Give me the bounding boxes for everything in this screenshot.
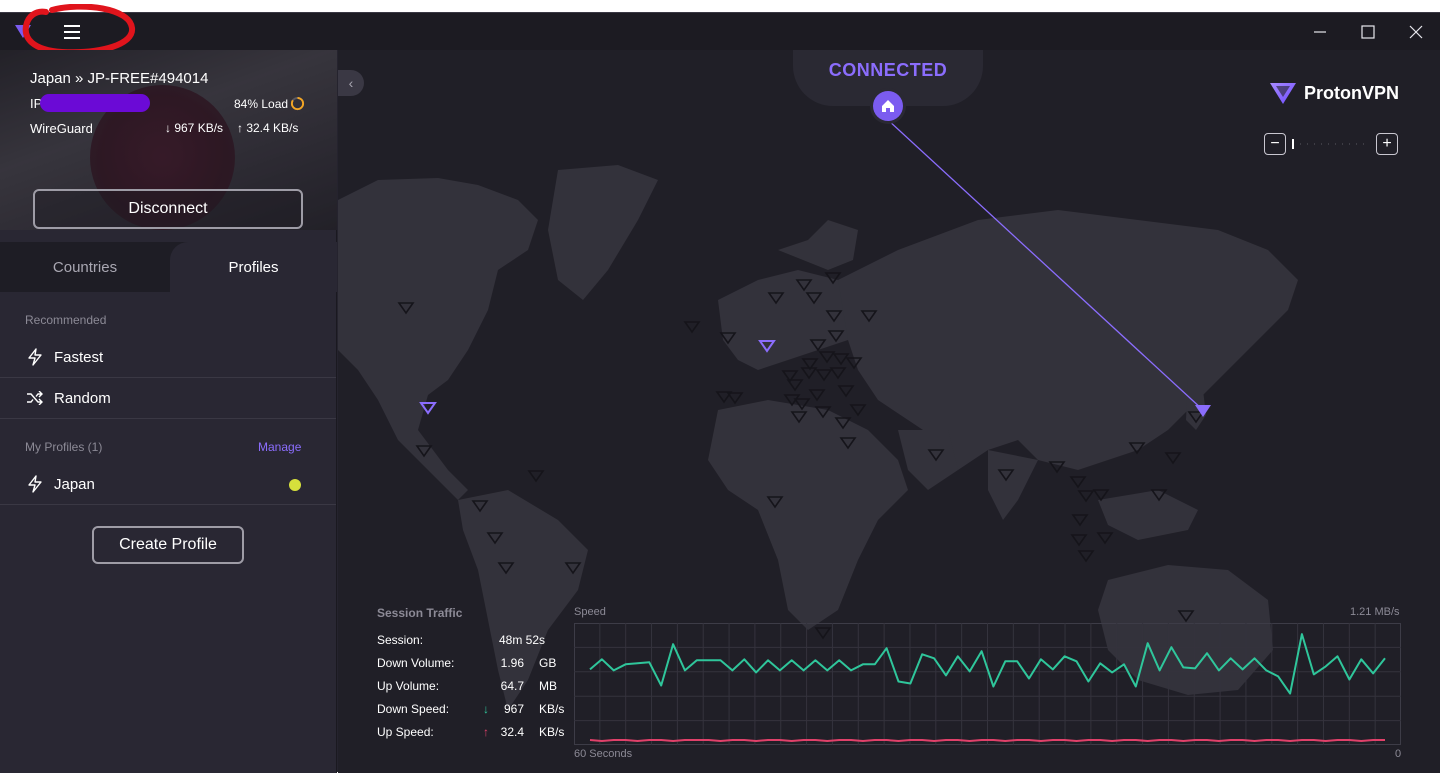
profile-color-dot [289, 479, 301, 491]
bolt-icon [25, 474, 45, 494]
home-icon [882, 100, 894, 112]
title-bar [0, 4, 1440, 56]
my-profiles-header: My Profiles (1) [25, 440, 103, 454]
download-speed: ↓ 967 KB/s [165, 121, 224, 135]
ip-redaction [40, 94, 150, 112]
profile-random[interactable]: Random [0, 378, 336, 419]
profile-japan[interactable]: Japan [0, 464, 336, 505]
load-ring-icon [290, 96, 305, 111]
server-marker[interactable] [1069, 476, 1087, 489]
profile-label: Random [54, 389, 111, 407]
minimize-icon [1314, 30, 1326, 33]
maximize-button[interactable] [1345, 13, 1391, 50]
server-marker[interactable] [1071, 514, 1089, 527]
disconnect-button[interactable]: Disconnect [33, 189, 303, 229]
server-name: Japan » JP-FREE#494014 [30, 70, 209, 87]
protocol-label: WireGuard [30, 121, 93, 136]
brand-name: ProtonVPN [1304, 82, 1400, 103]
server-marker[interactable] [808, 389, 826, 402]
server-load: 84% Load [234, 97, 289, 111]
stat-up-speed: Up Speed: ↑ 32.4 KB/s [377, 725, 565, 739]
app-window: Japan » JP-FREE#494014 IP 84% Load WireG… [0, 4, 1440, 773]
profile-label: Fastest [54, 348, 104, 366]
server-marker[interactable] [1070, 534, 1088, 547]
server-marker[interactable] [1077, 490, 1095, 503]
create-profile-button[interactable]: Create Profile [92, 526, 244, 564]
upload-speed-line [589, 739, 1385, 742]
shuffle-icon [25, 388, 45, 408]
speed-chart-x-start: 60 Seconds [574, 748, 633, 760]
server-marker[interactable] [1092, 489, 1110, 502]
connection-status: CONNECTED [828, 60, 948, 80]
server-marker[interactable] [1077, 550, 1095, 563]
close-button[interactable] [1393, 13, 1439, 50]
stat-down-speed: Down Speed: ↓ 967 KB/s [377, 702, 565, 716]
server-marker[interactable] [818, 351, 836, 364]
server-marker[interactable] [829, 367, 847, 380]
world-map[interactable]: ‹ CONNECTED ProtonVPN − + Session Traffi… [338, 50, 1440, 773]
protonvpn-logo-icon [1270, 83, 1296, 104]
session-traffic-title: Session Traffic [377, 606, 463, 620]
stat-session: Session: 48m 52s [377, 633, 545, 647]
connection-panel: Japan » JP-FREE#494014 IP 84% Load WireG… [0, 50, 337, 230]
collapse-sidebar-button[interactable]: ‹ [338, 70, 364, 96]
brand-logo: ProtonVPN [1268, 80, 1399, 106]
server-marker[interactable] [1096, 532, 1114, 545]
server-marker[interactable] [815, 369, 833, 382]
server-marker[interactable] [1164, 452, 1182, 465]
tab-profiles[interactable]: Profiles [170, 242, 337, 292]
tab-countries[interactable]: Countries [0, 242, 170, 292]
profile-label: Japan [54, 475, 95, 493]
speed-chart-x-end: 0 [1395, 748, 1402, 760]
zoom-slider[interactable] [1292, 138, 1372, 150]
down-arrow-icon: ↓ [483, 702, 489, 716]
bolt-icon [25, 347, 45, 367]
server-marker[interactable] [832, 353, 850, 366]
speed-chart-title: Speed [574, 606, 606, 618]
manage-profiles-link[interactable]: Manage [258, 440, 301, 454]
home-button[interactable] [870, 88, 906, 124]
stat-down-volume: Down Volume: 1.96 GB [377, 656, 557, 670]
upload-speed: ↑ 32.4 KB/s [237, 121, 299, 135]
recommended-header: Recommended [25, 313, 107, 327]
minimize-button[interactable] [1297, 13, 1343, 50]
zoom-in-button[interactable]: + [1376, 133, 1398, 155]
speed-chart [574, 623, 1401, 745]
profile-fastest[interactable]: Fastest [0, 337, 336, 378]
server-marker[interactable] [683, 321, 701, 334]
server-marker[interactable] [800, 367, 818, 380]
stat-up-volume: Up Volume: 64.7 MB [377, 679, 557, 693]
speed-chart-max: 1.21 MB/s [1350, 606, 1400, 618]
sidebar: Japan » JP-FREE#494014 IP 84% Load WireG… [0, 50, 337, 773]
close-icon [1409, 25, 1423, 38]
zoom-out-button[interactable]: − [1264, 133, 1286, 155]
server-marker[interactable] [837, 385, 855, 398]
up-arrow-icon: ↑ [483, 725, 489, 739]
maximize-icon [1361, 24, 1375, 39]
sidebar-tabs: Countries Profiles [0, 242, 337, 292]
server-marker[interactable] [527, 470, 545, 483]
server-marker[interactable] [849, 404, 867, 417]
